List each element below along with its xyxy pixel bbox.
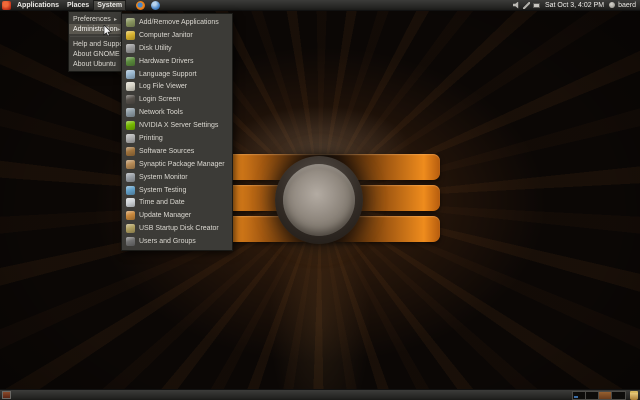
usb-startup-disk-creator-icon xyxy=(126,224,135,233)
language-support-icon xyxy=(126,70,135,79)
menu-item-label: NVIDIA X Server Settings xyxy=(139,122,218,129)
system-tray: Sat Oct 3, 4:02 PM baerd xyxy=(513,2,640,9)
login-screen-icon xyxy=(126,95,135,104)
synaptic-package-manager-icon xyxy=(126,160,135,169)
system-menu-item-about-gnome[interactable]: About GNOME xyxy=(69,49,121,59)
menu-item-label: System Monitor xyxy=(139,174,188,181)
menu-item-label: Hardware Drivers xyxy=(139,58,193,65)
menu-item-label: Computer Janitor xyxy=(139,32,193,39)
admin-menu-item-language-support[interactable]: Language Support xyxy=(122,68,232,81)
help-launcher-icon[interactable] xyxy=(151,1,160,10)
network-icon[interactable] xyxy=(523,2,530,9)
workspace-switcher xyxy=(572,391,626,400)
top-panel: ApplicationsPlacesSystem Sat Oct 3, 4:02… xyxy=(0,0,640,11)
menu-item-label: Log File Viewer xyxy=(139,83,187,90)
menu-item-label: Disk Utility xyxy=(139,45,172,52)
admin-menu-item-update-manager[interactable]: Update Manager xyxy=(122,209,232,222)
menubar-item-system[interactable]: System xyxy=(93,0,126,11)
menubar: ApplicationsPlacesSystem xyxy=(13,0,126,11)
menu-item-label: System Testing xyxy=(139,187,186,194)
submenu-arrow-icon: ▸ xyxy=(117,26,120,33)
disk-utility-icon xyxy=(126,44,135,53)
administration-submenu: Add/Remove Applications Computer Janitor D… xyxy=(121,13,233,251)
clock[interactable]: Sat Oct 3, 4:02 PM xyxy=(543,2,606,9)
menu-item-label: Network Tools xyxy=(139,109,183,116)
trash-icon[interactable] xyxy=(630,391,638,400)
menu-item-label: About GNOME xyxy=(73,51,120,58)
system-testing-icon xyxy=(126,186,135,195)
nvidia-settings-icon xyxy=(126,121,135,130)
menu-item-label: Language Support xyxy=(139,71,197,78)
workspace-cell-1[interactable] xyxy=(573,392,586,399)
software-sources-icon xyxy=(126,147,135,156)
admin-menu-item-users-and-groups[interactable]: Users and Groups xyxy=(122,235,232,248)
computer-janitor-icon xyxy=(126,31,135,40)
admin-menu-item-system-monitor[interactable]: System Monitor xyxy=(122,171,232,184)
admin-menu-item-time-and-date[interactable]: Time and Date xyxy=(122,196,232,209)
log-file-viewer-icon xyxy=(126,82,135,91)
admin-menu-item-hardware-drivers[interactable]: Hardware Drivers xyxy=(122,55,232,68)
update-manager-icon xyxy=(126,211,135,220)
admin-menu-item-synaptic-package-manager[interactable]: Synaptic Package Manager xyxy=(122,158,232,171)
admin-menu-item-network-tools[interactable]: Network Tools xyxy=(122,106,232,119)
workspace-cell-3[interactable] xyxy=(599,392,612,399)
menu-item-label: Software Sources xyxy=(139,148,194,155)
mouse-cursor xyxy=(103,25,112,37)
menu-item-label: Update Manager xyxy=(139,212,191,219)
menu-item-label: Users and Groups xyxy=(139,238,196,245)
hardware-drivers-icon xyxy=(126,57,135,66)
time-and-date-icon xyxy=(126,198,135,207)
add-remove-applications-icon xyxy=(126,18,135,27)
workspace-cell-4[interactable] xyxy=(612,392,625,399)
menu-item-label: Synaptic Package Manager xyxy=(139,161,225,168)
admin-menu-item-add-remove-applications[interactable]: Add/Remove Applications xyxy=(122,16,232,29)
admin-menu-item-software-sources[interactable]: Software Sources xyxy=(122,145,232,158)
system-monitor-icon xyxy=(126,173,135,182)
menu-item-label: USB Startup Disk Creator xyxy=(139,225,219,232)
show-desktop-icon[interactable] xyxy=(2,391,11,399)
menu-separator xyxy=(70,36,120,37)
admin-menu-item-login-screen[interactable]: Login Screen xyxy=(122,93,232,106)
system-menu-item-about-ubuntu[interactable]: About Ubuntu xyxy=(69,59,121,69)
system-menu-item-administration[interactable]: Administration▸ xyxy=(69,24,121,34)
distro-logo-icon[interactable] xyxy=(2,1,11,10)
firefox-launcher-icon[interactable] xyxy=(136,1,145,10)
system-menu-item-help-and-support[interactable]: Help and Support xyxy=(69,39,121,49)
menu-item-label: About Ubuntu xyxy=(73,61,116,68)
menu-item-label: Login Screen xyxy=(139,96,180,103)
admin-menu-item-nvidia-x-server-settings[interactable]: NVIDIA X Server Settings xyxy=(122,119,232,132)
submenu-arrow-icon: ▸ xyxy=(114,16,117,23)
mail-icon[interactable] xyxy=(533,3,540,8)
volume-icon[interactable] xyxy=(513,2,520,9)
desktop: ApplicationsPlacesSystem Sat Oct 3, 4:02… xyxy=(0,0,640,400)
bottom-panel xyxy=(0,389,640,400)
admin-menu-item-disk-utility[interactable]: Disk Utility xyxy=(122,42,232,55)
admin-menu-item-usb-startup-disk-creator[interactable]: USB Startup Disk Creator xyxy=(122,222,232,235)
workspace-window-indicator xyxy=(574,396,578,398)
admin-menu-item-log-file-viewer[interactable]: Log File Viewer xyxy=(122,80,232,93)
network-tools-icon xyxy=(126,108,135,117)
menubar-item-applications[interactable]: Applications xyxy=(13,0,63,11)
menu-item-label: Add/Remove Applications xyxy=(139,19,219,26)
admin-menu-item-system-testing[interactable]: System Testing xyxy=(122,184,232,197)
menu-item-label: Printing xyxy=(139,135,163,142)
menu-item-label: Time and Date xyxy=(139,199,185,206)
system-menu: Preferences▸Administration▸Help and Supp… xyxy=(68,11,122,72)
menu-item-label: Help and Support xyxy=(73,41,127,48)
workspace-cell-2[interactable] xyxy=(586,392,599,399)
admin-menu-item-printing[interactable]: Printing xyxy=(122,132,232,145)
users-and-groups-icon xyxy=(126,237,135,246)
menu-item-label: Preferences xyxy=(73,16,111,23)
system-menu-item-preferences[interactable]: Preferences▸ xyxy=(69,14,121,24)
printer-icon xyxy=(126,134,135,143)
admin-menu-item-computer-janitor[interactable]: Computer Janitor xyxy=(122,29,232,42)
menubar-item-places[interactable]: Places xyxy=(63,0,93,11)
user-icon xyxy=(609,2,615,8)
user-switcher[interactable]: baerd xyxy=(618,2,638,9)
